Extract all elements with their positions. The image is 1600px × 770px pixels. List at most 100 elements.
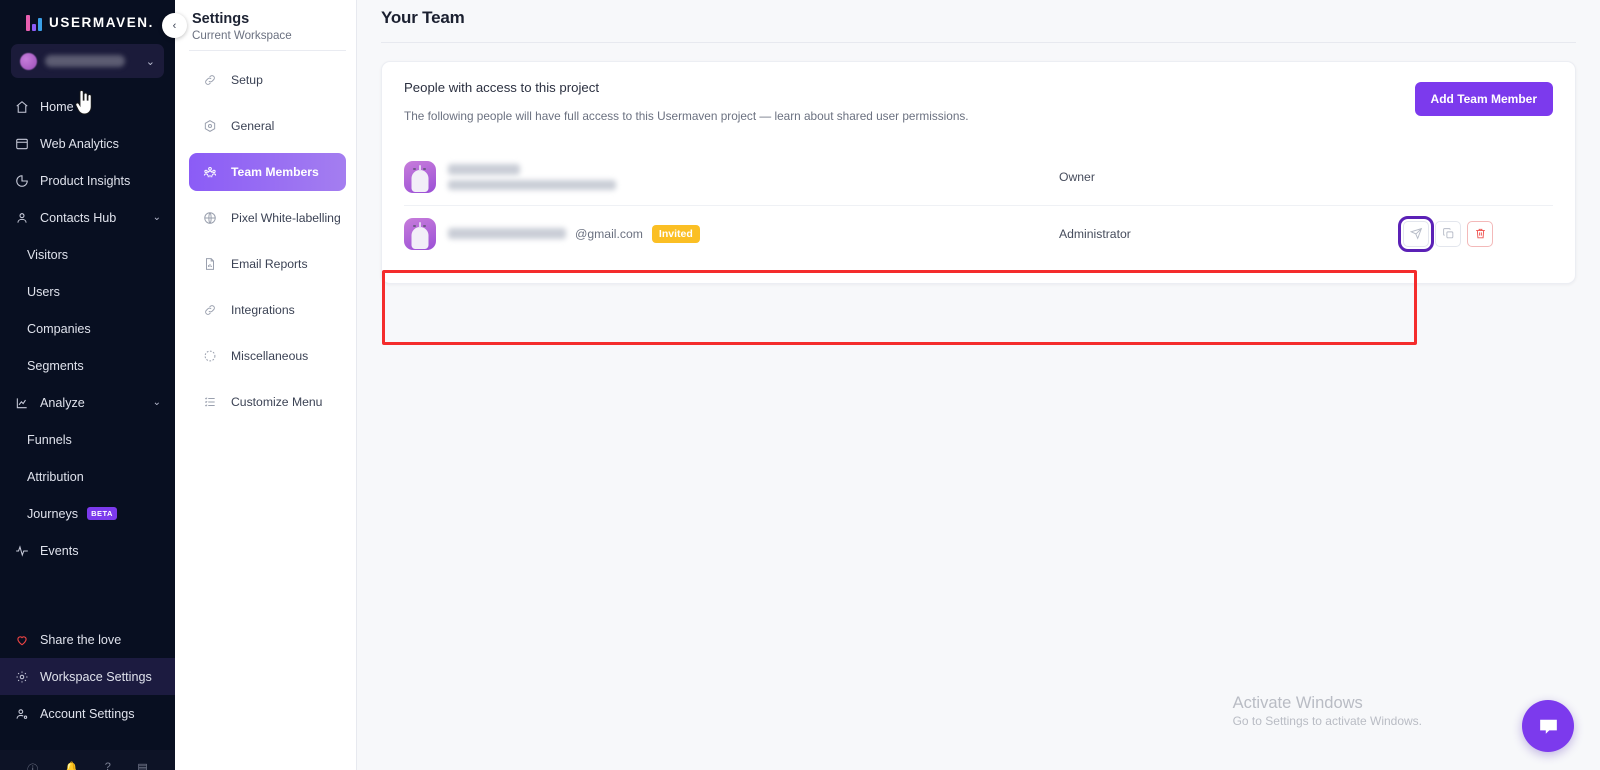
user-settings-icon — [14, 706, 29, 721]
member-email-redacted — [448, 180, 616, 190]
annotation-highlight-box — [382, 270, 1417, 345]
chart-icon — [14, 395, 29, 410]
collapse-sidebar-button[interactable]: ‹ — [162, 13, 187, 38]
sidebar-item-label: Home — [40, 100, 74, 114]
people-icon — [202, 165, 217, 180]
list-icon — [202, 395, 217, 410]
member-email-redacted — [448, 228, 566, 239]
table-row: @gmail.com Invited Administrator — [404, 205, 1553, 261]
watermark-subtitle: Go to Settings to activate Windows. — [1233, 714, 1422, 728]
sidebar-item-funnels[interactable]: Funnels — [0, 421, 175, 458]
sidebar-item-label: Attribution — [27, 470, 84, 484]
sidebar-item-share-the-love[interactable]: Share the love — [0, 621, 175, 658]
sidebar-item-contacts-hub[interactable]: Contacts Hub ⌄ — [0, 199, 175, 236]
sidebar-item-attribution[interactable]: Attribution — [0, 458, 175, 495]
sidebar-item-label: Users — [27, 285, 60, 299]
sidebar-item-label: Journeys — [27, 507, 78, 521]
home-icon — [14, 99, 29, 114]
settings-item-team-members[interactable]: Team Members — [189, 153, 346, 191]
sidebar-item-users[interactable]: Users — [0, 273, 175, 310]
link-icon — [202, 73, 217, 88]
settings-item-label: Setup — [231, 73, 263, 87]
sidebar-item-label: Companies — [27, 322, 91, 336]
table-row: Owner — [404, 149, 1553, 205]
workspace-selector[interactable]: ⌄ — [11, 44, 164, 78]
bell-icon[interactable]: 🔔 — [65, 761, 79, 770]
card-description: The following people will have full acce… — [404, 109, 1415, 123]
member-role: Owner — [1059, 170, 1095, 184]
settings-panel: ‹ Settings Current Workspace Setup Gener… — [175, 0, 357, 770]
sidebar-item-events[interactable]: Events — [0, 532, 175, 569]
sidebar-item-web-analytics[interactable]: Web Analytics — [0, 125, 175, 162]
user-icon — [14, 210, 29, 225]
avatar — [404, 218, 436, 250]
status-badge: Invited — [652, 225, 700, 243]
chevron-down-icon[interactable]: ⌄ — [153, 397, 161, 408]
sidebar-item-analyze[interactable]: Analyze ⌄ — [0, 384, 175, 421]
settings-divider — [189, 50, 346, 51]
settings-item-label: Email Reports — [231, 257, 308, 271]
sidebar-item-label: Share the love — [40, 633, 121, 647]
sidebar-item-product-insights[interactable]: Product Insights — [0, 162, 175, 199]
settings-item-label: Pixel White-labelling — [231, 211, 341, 225]
primary-nav: Home Web Analytics Product Insights Cont… — [0, 88, 175, 732]
pulse-icon — [14, 543, 29, 558]
sidebar-item-label: Web Analytics — [40, 137, 119, 151]
resend-invite-button[interactable] — [1403, 221, 1429, 247]
chat-bubble-icon — [1536, 714, 1561, 739]
logo-mark-icon — [26, 14, 42, 31]
sidebar-item-visitors[interactable]: Visitors — [0, 236, 175, 273]
main-content: Your Team People with access to this pro… — [357, 0, 1600, 770]
settings-item-label: General — [231, 119, 274, 133]
primary-sidebar: USERMAVEN. ⌄ Home Web Analytics — [0, 0, 175, 770]
settings-item-setup[interactable]: Setup — [189, 61, 346, 99]
member-list: Owner @gmail.com Invited Administrator — [404, 149, 1553, 261]
chat-support-button[interactable] — [1522, 700, 1574, 752]
settings-item-general[interactable]: General — [189, 107, 346, 145]
member-name-redacted — [448, 164, 520, 175]
watermark-title: Activate Windows — [1233, 692, 1422, 714]
app-root: USERMAVEN. ⌄ Home Web Analytics — [0, 0, 1600, 770]
card-title: People with access to this project — [404, 80, 1415, 95]
book-icon[interactable]: ▤ — [137, 761, 147, 770]
sidebar-item-workspace-settings[interactable]: Workspace Settings — [0, 658, 175, 695]
info-icon[interactable]: ⓘ — [27, 761, 38, 770]
settings-item-miscellaneous[interactable]: Miscellaneous — [189, 337, 346, 375]
sidebar-item-segments[interactable]: Segments — [0, 347, 175, 384]
member-identity: @gmail.com Invited — [448, 225, 700, 243]
sidebar-bottom-icon-bar: ⓘ 🔔 ? ▤ — [0, 750, 175, 770]
copy-icon — [1442, 227, 1455, 240]
document-chart-icon — [202, 257, 217, 272]
sidebar-item-home[interactable]: Home — [0, 88, 175, 125]
beta-badge: BETA — [87, 507, 117, 520]
brand-name: USERMAVEN. — [49, 15, 154, 30]
sidebar-item-label: Contacts Hub — [40, 211, 116, 225]
nav-spacer — [0, 569, 175, 621]
copy-invite-link-button[interactable] — [1435, 221, 1461, 247]
add-team-member-button[interactable]: Add Team Member — [1415, 82, 1553, 116]
settings-item-label: Customize Menu — [231, 395, 322, 409]
settings-item-customize-menu[interactable]: Customize Menu — [189, 383, 346, 421]
help-icon[interactable]: ? — [105, 761, 111, 770]
settings-item-pixel-white-labelling[interactable]: Pixel White-labelling — [189, 199, 346, 237]
chevron-down-icon[interactable]: ⌄ — [153, 212, 161, 223]
member-identity — [448, 164, 616, 190]
window-icon — [14, 136, 29, 151]
settings-title: Settings — [189, 7, 346, 29]
workspace-avatar — [20, 53, 37, 70]
delete-member-button[interactable] — [1467, 221, 1493, 247]
page-title: Your Team — [381, 0, 1576, 28]
row-action-group — [1403, 221, 1493, 247]
hexagon-icon — [202, 119, 217, 134]
member-role: Administrator — [1059, 227, 1131, 241]
sidebar-item-account-settings[interactable]: Account Settings — [0, 695, 175, 732]
sidebar-item-label: Product Insights — [40, 174, 130, 188]
sidebar-item-label: Funnels — [27, 433, 72, 447]
brand-logo[interactable]: USERMAVEN. — [0, 0, 175, 34]
dashed-circle-icon — [202, 349, 217, 364]
sidebar-item-journeys[interactable]: Journeys BETA — [0, 495, 175, 532]
sidebar-item-companies[interactable]: Companies — [0, 310, 175, 347]
sidebar-item-label: Segments — [27, 359, 84, 373]
settings-item-integrations[interactable]: Integrations — [189, 291, 346, 329]
settings-item-email-reports[interactable]: Email Reports — [189, 245, 346, 283]
